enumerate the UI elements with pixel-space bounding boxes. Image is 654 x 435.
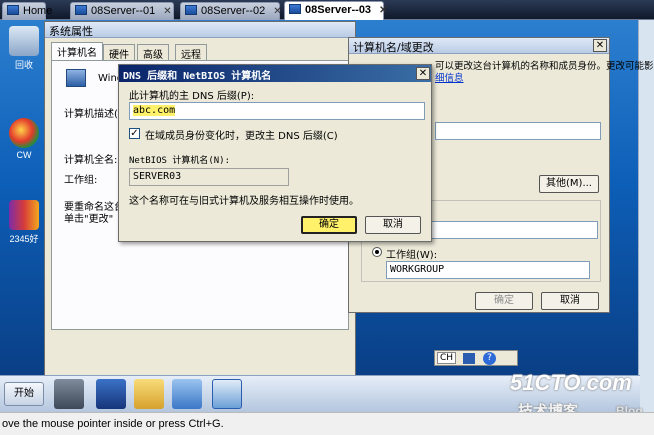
tab-server01[interactable]: 08Server--01 ✕ [70, 2, 174, 20]
tab-hardware[interactable]: 硬件 [103, 44, 135, 61]
help-icon[interactable]: ? [483, 352, 496, 365]
netbios-note: 这个名称可在与旧式计算机及服务相互操作时使用。 [129, 196, 359, 207]
dns-suffix-dialog: DNS 后缀和 NetBIOS 计算机名 ✕ 此计算机的主 DNS 后缀(P):… [118, 64, 432, 242]
rename-window-title: 计算机名/域更改 [349, 38, 609, 54]
tab-server03[interactable]: 08Server--03 ✕ [284, 1, 387, 20]
netbios-label: NetBIOS 计算机名(N): [129, 156, 231, 166]
explorer-icon[interactable] [134, 379, 164, 409]
other-button[interactable]: 其他(M)... [539, 175, 599, 193]
tab-remote[interactable]: 远程 [175, 44, 207, 61]
workgroup-field[interactable]: WORKGROUP [386, 261, 590, 279]
description-label: 计算机描述( [64, 109, 118, 120]
recycle-bin-icon [9, 26, 39, 56]
archive-icon [9, 200, 39, 230]
control-panel-icon[interactable] [172, 379, 202, 409]
desktop-icon-cw[interactable]: CW [2, 118, 46, 160]
host-tab-strip: Home 08Server--01 ✕ 08Server--02 ✕ 08Serve… [0, 0, 654, 20]
dns-dialog-title: DNS 后缀和 NetBIOS 计算机名 [119, 65, 431, 82]
desktop-icon-recycle[interactable]: 回收 [2, 26, 46, 71]
tab-server02-label: 08Server--02 [201, 5, 266, 17]
system-properties-taskbar-icon[interactable] [212, 379, 242, 409]
dns-ok-button[interactable]: 确定 [301, 216, 357, 234]
rename-intro: 可以更改这台计算机的名称和成员身份。更改可能影响网 [435, 61, 654, 72]
watermark: 51CTO.com 技术博客 Blog [510, 370, 643, 420]
workgroup-label: 工作组: [64, 175, 98, 186]
radio-workgroup[interactable] [372, 247, 382, 257]
status-text: ove the mouse pointer inside or press Ct… [2, 418, 224, 430]
keyboard-icon[interactable] [463, 353, 475, 364]
dns-suffix-label: 此计算机的主 DNS 后缀(P): [129, 91, 255, 102]
close-icon[interactable]: ✕ [379, 5, 387, 16]
desktop-icon-2345[interactable]: 2345好 [2, 200, 46, 245]
desktop-icon-recycle-label: 回收 [14, 60, 33, 70]
start-label: 开始 [14, 388, 34, 399]
tab-server02[interactable]: 08Server--02 ✕ [180, 2, 282, 20]
tab-server01-label: 08Server--01 [91, 5, 156, 17]
full-name-label: 计算机全名: [64, 155, 118, 166]
change-suffix-label: 在域成员身份变化时，更改主 DNS 后缀(C) [145, 131, 338, 142]
netbios-field: SERVER03 [129, 168, 289, 186]
vm-icon [289, 4, 301, 14]
dns-suffix-input[interactable]: abc.com [129, 102, 425, 120]
start-button[interactable]: 开始 [4, 382, 44, 406]
computer-icon [66, 69, 86, 87]
rename-ok-button[interactable]: 确定 [475, 292, 533, 310]
close-icon[interactable]: ✕ [163, 6, 171, 17]
vm-icon [75, 5, 87, 15]
close-icon[interactable]: ✕ [593, 39, 607, 52]
dns-suffix-value: abc.com [133, 105, 176, 116]
language-indicator[interactable]: CH [437, 352, 457, 364]
powershell-icon[interactable] [96, 379, 126, 409]
dns-cancel-button[interactable]: 取消 [365, 216, 421, 234]
watermark-brand: 51CTO.com [510, 370, 632, 395]
tab-advanced[interactable]: 高级 [137, 44, 169, 61]
tab-computer-name[interactable]: 计算机名 [51, 42, 103, 61]
tab-home[interactable]: Home [2, 2, 52, 20]
tab-home-label: Home [23, 5, 53, 17]
desktop-icon-2345-label: 2345好 [9, 234, 39, 244]
info-link[interactable]: 细信息 [435, 70, 464, 84]
close-icon[interactable]: ✕ [416, 67, 430, 80]
vm-icon [185, 5, 197, 15]
window-title: 系统属性 [45, 22, 355, 38]
home-icon [7, 5, 19, 15]
host-status-bar: ove the mouse pointer inside or press Ct… [0, 412, 654, 435]
server-manager-icon[interactable] [54, 379, 84, 409]
rename-cancel-button[interactable]: 取消 [541, 292, 599, 310]
browser-icon [9, 118, 39, 148]
tab-server03-label: 08Server--03 [305, 4, 372, 16]
close-icon[interactable]: ✕ [273, 6, 281, 17]
workgroup-radio-label: 工作组(W): [386, 250, 438, 261]
desktop-icon-cw-label: CW [16, 150, 32, 160]
computer-name-field[interactable] [435, 122, 601, 140]
language-bar: CH ? [434, 350, 518, 366]
scroll-strip [638, 20, 654, 412]
change-suffix-checkbox[interactable]: ✓ [129, 128, 140, 139]
rename-text-2: 单击"更改" [64, 214, 114, 225]
